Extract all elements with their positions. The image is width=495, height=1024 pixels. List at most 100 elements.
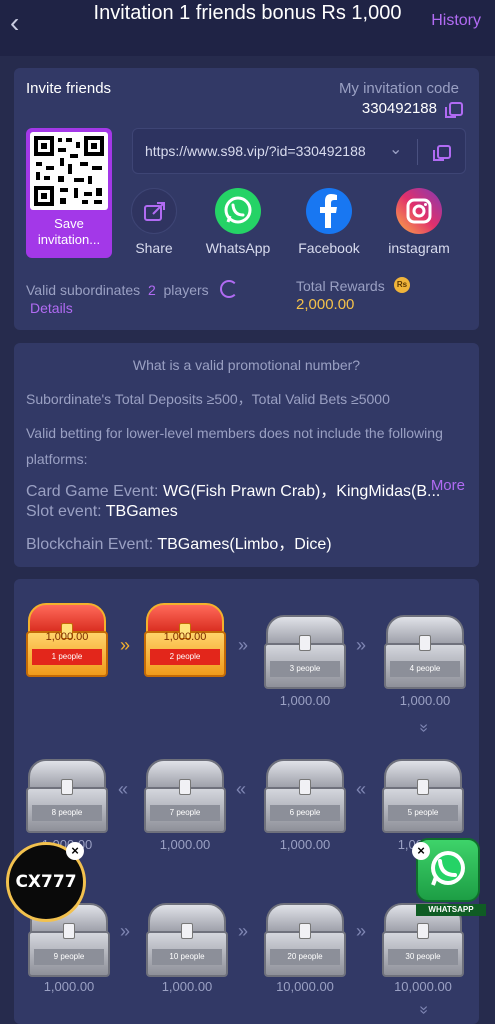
chest-people-label: 4 people	[390, 661, 460, 677]
arrow-down-icon: »	[415, 723, 433, 733]
reward-chest[interactable]: 5 people	[382, 759, 464, 833]
invitation-code-label: My invitation code	[338, 80, 459, 97]
reward-chest[interactable]: 6 people	[264, 759, 346, 833]
reward-chest[interactable]: 8 people	[26, 759, 108, 833]
reward-chest[interactable]: 20 people	[264, 903, 346, 977]
chest-value: 10,000.00	[276, 979, 334, 994]
history-link[interactable]: History	[431, 12, 481, 30]
lock-icon	[417, 923, 429, 939]
facebook-share-button[interactable]: Facebook	[289, 188, 369, 256]
slot-event-label: Slot event:	[26, 503, 102, 520]
valid-subordinates-label: Valid subordinates	[26, 282, 141, 298]
invite-url-text: https://www.s98.vip/?id=330492188	[145, 143, 366, 159]
chest-value: 1,000.00	[279, 837, 331, 852]
reward-chests-card: 1,000.00 1 people » 1,000.00 2 people » …	[14, 579, 479, 1024]
instagram-icon	[396, 188, 442, 234]
chest-people-label: 20 people	[270, 949, 340, 965]
total-rewards-value: 2,000.00	[296, 296, 355, 313]
valid-subordinates-count: 2	[147, 282, 156, 298]
chest-value: 1,000.00	[43, 979, 95, 994]
lock-icon	[419, 635, 431, 651]
chevron-down-icon[interactable]: ⌄	[389, 139, 402, 159]
reward-chest[interactable]: 10 people	[146, 903, 228, 977]
lock-icon	[299, 779, 311, 795]
total-rewards-label: Total Rewards	[296, 278, 385, 294]
copy-url-icon[interactable]	[433, 145, 451, 161]
qr-code-image	[30, 132, 108, 210]
qr-save-button[interactable]: Save invitation...	[26, 128, 112, 258]
reward-chest[interactable]: 4 people	[384, 615, 466, 689]
top-bar: ‹ Invitation 1 friends bonus Rs 1,000 Hi…	[0, 0, 495, 56]
rupee-coin-icon: Rs	[394, 277, 410, 293]
arrow-down-icon: »	[415, 1005, 433, 1015]
chest-amount: 1,000.00	[45, 631, 89, 643]
facebook-label: Facebook	[298, 240, 360, 256]
chest-people-label: 9 people	[34, 949, 104, 965]
exclusion-intro-2: platforms:	[26, 451, 88, 467]
promo-rule-line: Subordinate's Total Deposits ≥500，Total …	[26, 391, 390, 407]
card-game-event-row: Card Game Event: WG(Fish Prawn Crab)，Kin…	[26, 477, 440, 501]
lock-icon	[299, 923, 311, 939]
arrow-right-icon: »	[356, 635, 367, 655]
whatsapp-label: WhatsApp	[205, 240, 271, 256]
chest-people-label: 30 people	[388, 949, 458, 965]
lock-icon	[63, 923, 75, 939]
url-divider	[417, 139, 418, 165]
slot-event-value: TBGames	[105, 503, 178, 520]
lock-icon	[181, 923, 193, 939]
invite-card: Invite friends My invitation code 330492…	[14, 68, 479, 330]
invitation-code-value: 330492188	[361, 100, 437, 117]
reward-chest[interactable]: 1,000.00 1 people	[26, 603, 108, 677]
chest-amount: 1,000.00	[163, 631, 207, 643]
chest-people-label: 1 people	[32, 649, 102, 665]
details-link[interactable]: Details	[30, 300, 73, 316]
cx777-logo: CX777	[15, 872, 77, 892]
chest-value: 1,000.00	[159, 837, 211, 852]
promo-rules-card: What is a valid promotional number? Subo…	[14, 343, 479, 567]
card-game-label: Card Game Event:	[26, 483, 159, 500]
invite-url-field[interactable]: https://www.s98.vip/?id=330492188 ⌄	[132, 128, 466, 174]
refresh-icon[interactable]	[220, 280, 238, 298]
slot-event-row: Slot event: TBGames	[26, 503, 178, 521]
chest-people-label: 7 people	[150, 805, 220, 821]
chest-people-label: 6 people	[270, 805, 340, 821]
page-title: Invitation 1 friends bonus Rs 1,000	[93, 2, 402, 24]
back-arrow-icon[interactable]: ‹	[10, 8, 34, 38]
blockchain-event-value: TBGames(Limbo，Dice)	[157, 536, 332, 553]
blockchain-event-row: Blockchain Event: TBGames(Limbo，Dice)	[26, 530, 332, 554]
whatsapp-share-button[interactable]: WhatsApp	[198, 188, 278, 256]
card-game-value: WG(Fish Prawn Crab)，KingMidas(B...	[162, 483, 441, 500]
whatsapp-floating-label: WHATSAPP	[416, 904, 486, 916]
close-icon[interactable]: ×	[66, 842, 84, 860]
chest-people-label: 5 people	[388, 805, 458, 821]
more-link[interactable]: More	[431, 477, 465, 494]
lock-icon	[179, 779, 191, 795]
chest-value: 1,000.00	[279, 693, 331, 708]
blockchain-event-label: Blockchain Event:	[26, 536, 154, 553]
invite-friends-title: Invite friends	[26, 80, 112, 97]
reward-chest[interactable]: 7 people	[144, 759, 226, 833]
close-icon[interactable]: ×	[412, 842, 430, 860]
instagram-share-button[interactable]: instagram	[379, 188, 459, 256]
arrow-left-icon: «	[356, 779, 367, 799]
lock-icon	[61, 779, 73, 795]
chest-people-label: 3 people	[270, 661, 340, 677]
instagram-label: instagram	[388, 240, 450, 256]
facebook-icon	[306, 188, 352, 234]
arrow-left-icon: «	[118, 779, 129, 799]
lock-icon	[417, 779, 429, 795]
valid-subordinates-unit: players	[163, 282, 209, 298]
chest-value: 10,000.00	[394, 979, 452, 994]
copy-code-icon[interactable]	[445, 102, 463, 118]
share-button[interactable]: Share	[114, 188, 194, 256]
chest-value: 1,000.00	[161, 979, 213, 994]
reward-chest[interactable]: 3 people	[264, 615, 346, 689]
reward-chest[interactable]: 1,000.00 2 people	[144, 603, 226, 677]
arrow-right-icon: »	[356, 921, 367, 941]
arrow-right-icon: »	[120, 921, 131, 941]
whatsapp-icon	[215, 188, 261, 234]
exclusion-intro: Valid betting for lower-level members do…	[26, 425, 443, 441]
chest-people-label: 2 people	[150, 649, 220, 665]
chest-people-label: 8 people	[32, 805, 102, 821]
arrow-right-icon: »	[120, 635, 131, 655]
